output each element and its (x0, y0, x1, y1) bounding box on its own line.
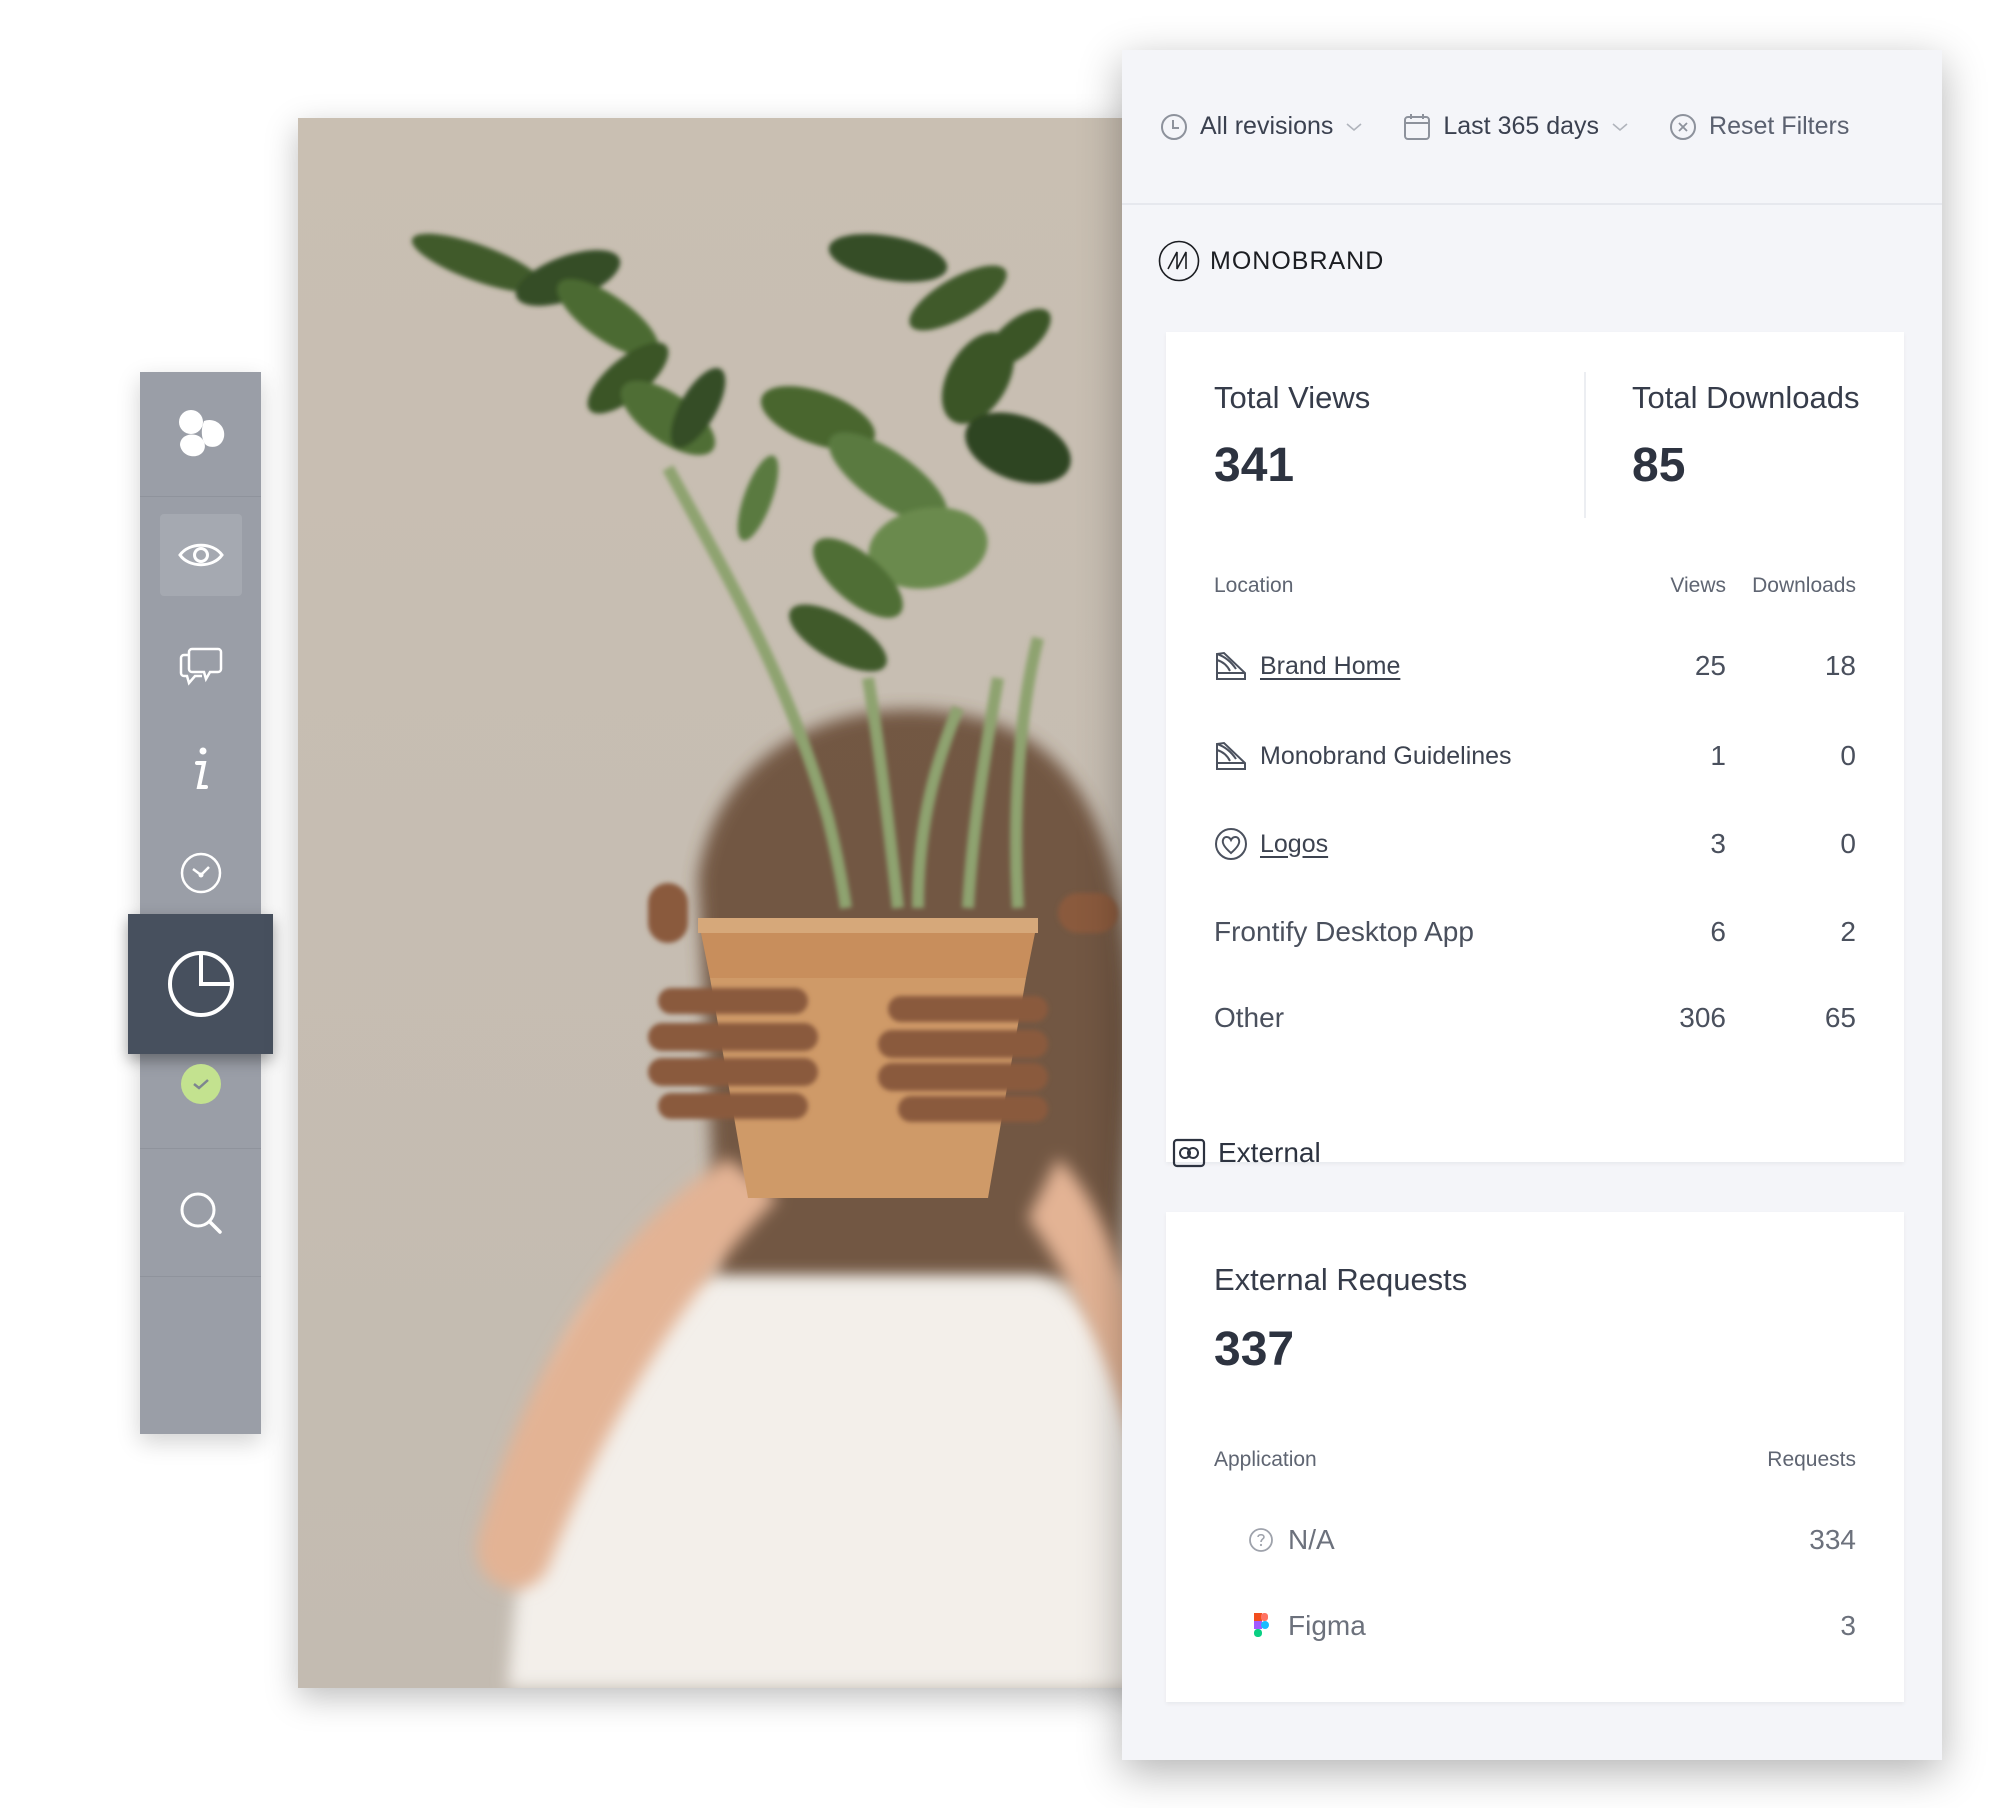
location-name: Brand Home (1214, 649, 1400, 683)
reset-filters-button[interactable]: Reset Filters (1669, 112, 1849, 141)
location-name: Other (1214, 1002, 1285, 1033)
close-circle-icon (1670, 113, 1697, 140)
figma-icon (1254, 1613, 1269, 1637)
check-icon (193, 1079, 209, 1090)
external-link-icon (1172, 1138, 1206, 1168)
external-requests-card: External Requests 337 Application Reques… (1166, 1212, 1904, 1702)
downloads-column-header: Downloads (1752, 574, 1856, 597)
location-name: Frontify Desktop App (1214, 916, 1474, 947)
toolbar-history-button[interactable] (140, 830, 261, 916)
views-count: 25 (1694, 650, 1726, 681)
filter-bar: All revisions Last 365 days Reset Filter… (1122, 50, 1942, 205)
downloads-count: 0 (1840, 740, 1856, 771)
toolbar-search-button[interactable] (140, 1170, 261, 1256)
analytics-panel: All revisions Last 365 days Reset Filter… (1122, 50, 1942, 1760)
application-column-header: Application (1214, 1448, 1317, 1471)
external-requests-label: External Requests (1214, 1262, 1468, 1297)
downloads-count: 18 (1824, 650, 1856, 681)
location-name: Monobrand Guidelines (1214, 739, 1512, 773)
plant-photo-illustration (298, 118, 1158, 1688)
total-views: Total Views 341 (1214, 380, 1370, 493)
views-count: 3 (1710, 828, 1726, 859)
views-count: 1 (1710, 740, 1726, 771)
toolbar-analytics-button[interactable] (128, 914, 273, 1054)
clock-icon (1161, 113, 1187, 140)
downloads-count: 65 (1824, 1002, 1856, 1033)
figma-application-label: Figma (1288, 1610, 1366, 1641)
views-column-header: Views (1670, 574, 1726, 597)
side-toolbar (128, 372, 273, 1434)
application-row: Figma 3 (1214, 1606, 1856, 1646)
eye-icon (178, 543, 224, 567)
external-section-header: External (1172, 1136, 1321, 1170)
total-downloads: Total Downloads 85 (1584, 380, 1859, 493)
guideline-icon (1216, 741, 1246, 770)
location-row: Monobrand Guidelines 1 0 (1214, 736, 1856, 776)
brand-header: MONOBRAND (1122, 211, 1942, 311)
clock-icon (180, 852, 221, 894)
toolbar-comments-button[interactable] (140, 622, 261, 708)
location-row: Other 306 65 (1214, 998, 1856, 1038)
comments-icon (179, 647, 222, 686)
location-row: Frontify Desktop App 6 2 (1214, 912, 1856, 952)
date-range-filter-label: Last 365 days (1443, 112, 1600, 140)
chevron-down-icon (1346, 122, 1362, 131)
search-icon (180, 1192, 222, 1234)
toolbar-logo[interactable] (140, 372, 261, 497)
toolbar-status-button[interactable] (181, 1064, 221, 1104)
heart-badge-icon (1215, 828, 1247, 860)
brand-name: MONOBRAND (1210, 246, 1385, 275)
monobrand-guidelines-label: Monobrand Guidelines (1260, 741, 1512, 770)
chevron-down-icon (1612, 122, 1628, 131)
info-icon (194, 747, 208, 789)
locations-table-header: Location Views Downloads (1214, 574, 1856, 598)
reset-filters-label: Reset Filters (1709, 112, 1850, 140)
total-views-value: 341 (1214, 439, 1295, 492)
guideline-icon (1216, 651, 1246, 680)
requests-column-header: Requests (1767, 1448, 1856, 1471)
pie-chart-icon (167, 951, 234, 1017)
location-column-header: Location (1214, 574, 1294, 597)
downloads-count: 2 (1840, 916, 1856, 947)
views-downloads-card: Total Views 341 Total Downloads 85 Locat… (1166, 332, 1904, 1162)
location-name: Logos (1214, 827, 1328, 861)
frontify-logo-icon (178, 410, 224, 457)
totals-summary: Total Views 341 Total Downloads 85 (1214, 372, 1864, 520)
toolbar-divider (140, 1148, 261, 1149)
asset-preview-image (298, 118, 1158, 1688)
logos-link[interactable]: Logos (1260, 830, 1328, 859)
application-row: N/A 334 (1214, 1520, 1856, 1560)
revisions-filter-dropdown[interactable]: All revisions (1160, 112, 1363, 141)
views-count: 306 (1679, 1002, 1726, 1033)
total-views-label: Total Views (1214, 380, 1371, 415)
na-application-label: N/A (1288, 1524, 1335, 1555)
total-downloads-value: 85 (1632, 439, 1686, 492)
date-range-filter-dropdown[interactable]: Last 365 days (1403, 112, 1629, 141)
brand-home-link[interactable]: Brand Home (1260, 652, 1400, 681)
toolbar-view-button[interactable] (160, 514, 242, 596)
requests-count: 3 (1840, 1610, 1856, 1641)
external-section-label: External (1218, 1137, 1321, 1168)
toolbar-info-button[interactable] (140, 726, 261, 812)
question-circle-icon (1249, 1528, 1273, 1552)
calendar-icon (1404, 113, 1431, 140)
views-count: 6 (1710, 916, 1726, 947)
requests-count: 334 (1809, 1524, 1856, 1555)
application-name: Figma (1214, 1610, 1366, 1642)
downloads-count: 0 (1840, 828, 1856, 859)
monobrand-logo-icon (1158, 240, 1200, 282)
application-name: N/A (1214, 1524, 1335, 1556)
revisions-filter-label: All revisions (1200, 112, 1334, 140)
toolbar-divider (140, 1276, 261, 1277)
external-requests-value: 337 (1214, 1323, 1295, 1376)
location-row: Brand Home 25 18 (1214, 646, 1856, 686)
total-downloads-label: Total Downloads (1632, 380, 1860, 415)
applications-table-header: Application Requests (1214, 1448, 1856, 1472)
location-row: Logos 3 0 (1214, 824, 1856, 864)
